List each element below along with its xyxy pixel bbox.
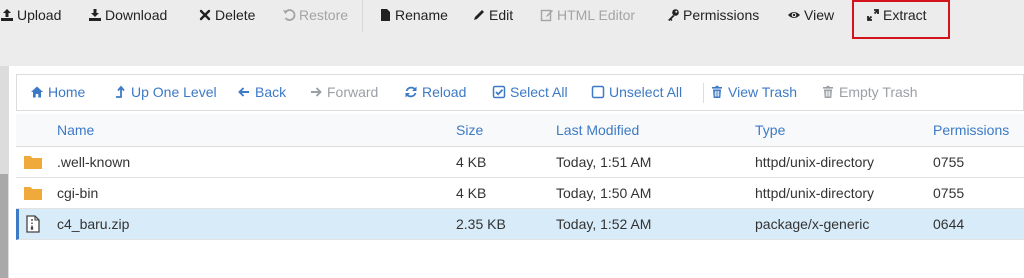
file-panel: Home Up One Level Back Forward Reload Se… <box>9 66 1024 278</box>
upload-icon <box>0 8 14 22</box>
toolbar-divider <box>362 0 363 32</box>
delete-button[interactable]: Delete <box>198 5 255 25</box>
rename-button[interactable]: Rename <box>378 5 448 25</box>
file-type: httpd/unix-directory <box>755 185 875 201</box>
scrollbar-thumb[interactable] <box>0 174 8 278</box>
file-permissions: 0755 <box>933 154 965 170</box>
file-size: 4 KB <box>456 154 487 170</box>
forward-button[interactable]: Forward <box>309 81 378 103</box>
navbar-divider <box>703 83 704 103</box>
column-header-permissions[interactable]: Permissions <box>933 122 1009 138</box>
file-type: package/x-generic <box>755 216 870 232</box>
left-scrollbar[interactable] <box>0 66 9 278</box>
file-size: 2.35 KB <box>456 216 506 232</box>
unselect-all-button[interactable]: Unselect All <box>591 81 682 103</box>
folder-icon <box>23 153 43 171</box>
refresh-icon <box>404 85 418 99</box>
table-row[interactable]: cgi-bin 4 KB Today, 1:50 AM httpd/unix-d… <box>16 178 1024 209</box>
column-header-size[interactable]: Size <box>456 122 483 138</box>
extract-highlight-box <box>852 0 950 39</box>
undo-icon <box>282 8 296 22</box>
checkbox-checked-icon <box>492 85 506 99</box>
checkbox-empty-icon <box>591 85 605 99</box>
table-row[interactable]: .well-known 4 KB Today, 1:51 AM httpd/un… <box>16 147 1024 178</box>
reload-button[interactable]: Reload <box>404 81 466 103</box>
file-toolbar: Upload Download Delete Restore Rename Ed… <box>0 0 1024 66</box>
key-icon <box>666 8 680 22</box>
file-modified: Today, 1:50 AM <box>556 185 652 201</box>
file-size: 4 KB <box>456 185 487 201</box>
view-trash-button[interactable]: View Trash <box>710 81 797 103</box>
close-icon <box>198 8 212 22</box>
table-row-selected[interactable]: c4_baru.zip 2.35 KB Today, 1:52 AM packa… <box>16 209 1024 240</box>
trash-icon <box>710 85 724 99</box>
upload-button[interactable]: Upload <box>0 5 61 25</box>
html-editor-button[interactable]: HTML Editor <box>540 5 635 25</box>
file-permissions: 0755 <box>933 185 965 201</box>
column-header-name[interactable]: Name <box>57 122 94 138</box>
table-header: Name Size Last Modified Type Permissions <box>16 114 1024 147</box>
home-icon <box>30 85 44 99</box>
up-one-level-button[interactable]: Up One Level <box>113 81 217 103</box>
select-all-button[interactable]: Select All <box>492 81 568 103</box>
file-permissions: 0644 <box>933 216 965 232</box>
pencil-icon <box>472 8 486 22</box>
arrow-left-icon <box>237 85 251 99</box>
download-button[interactable]: Download <box>88 5 167 25</box>
file-table: Name Size Last Modified Type Permissions… <box>16 114 1024 240</box>
navigation-bar: Home Up One Level Back Forward Reload Se… <box>16 74 1024 111</box>
download-icon <box>88 8 102 22</box>
file-modified: Today, 1:52 AM <box>556 216 652 232</box>
permissions-button[interactable]: Permissions <box>666 5 759 25</box>
level-up-icon <box>113 85 127 99</box>
home-button[interactable]: Home <box>30 81 85 103</box>
trash-icon <box>821 85 835 99</box>
eye-icon <box>787 8 801 22</box>
zip-file-icon <box>23 215 43 233</box>
arrow-right-icon <box>309 85 323 99</box>
folder-icon <box>23 184 43 202</box>
file-icon <box>378 8 392 22</box>
edit-button[interactable]: Edit <box>472 5 513 25</box>
file-name[interactable]: c4_baru.zip <box>57 216 129 232</box>
file-modified: Today, 1:51 AM <box>556 154 652 170</box>
edit-document-icon <box>540 8 554 22</box>
restore-button[interactable]: Restore <box>282 5 348 25</box>
file-name[interactable]: cgi-bin <box>57 185 98 201</box>
empty-trash-button[interactable]: Empty Trash <box>821 81 918 103</box>
column-header-last-modified[interactable]: Last Modified <box>556 122 639 138</box>
column-header-type[interactable]: Type <box>755 122 785 138</box>
file-type: httpd/unix-directory <box>755 154 875 170</box>
back-button[interactable]: Back <box>237 81 286 103</box>
file-name[interactable]: .well-known <box>57 154 130 170</box>
view-button[interactable]: View <box>787 5 834 25</box>
